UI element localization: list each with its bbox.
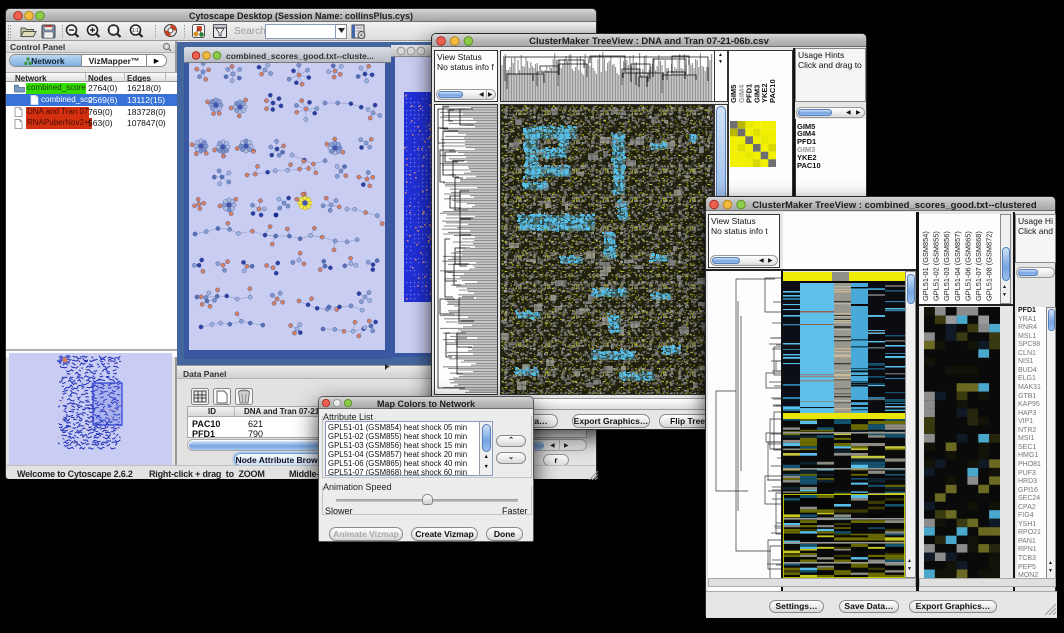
svg-text:GPL51-01 (GSM854): GPL51-01 (GSM854) bbox=[921, 231, 930, 301]
svg-text:GPL51-07 (GSM868): GPL51-07 (GSM868) bbox=[974, 231, 983, 301]
svg-text:GPL51-03 (GSM856): GPL51-03 (GSM856) bbox=[942, 231, 951, 301]
svg-text:PAC10: PAC10 bbox=[768, 79, 777, 103]
svg-text:GPL51-02 (GSM855): GPL51-02 (GSM855) bbox=[932, 231, 941, 301]
svg-text:GPL51-08 (GSM872): GPL51-08 (GSM872) bbox=[985, 231, 994, 301]
svg-text:1:1: 1:1 bbox=[132, 28, 139, 34]
svg-text:GPL51-04 (GSM857): GPL51-04 (GSM857) bbox=[953, 231, 962, 301]
svg-text:GPL51-06 (GSM865): GPL51-06 (GSM865) bbox=[963, 231, 972, 301]
